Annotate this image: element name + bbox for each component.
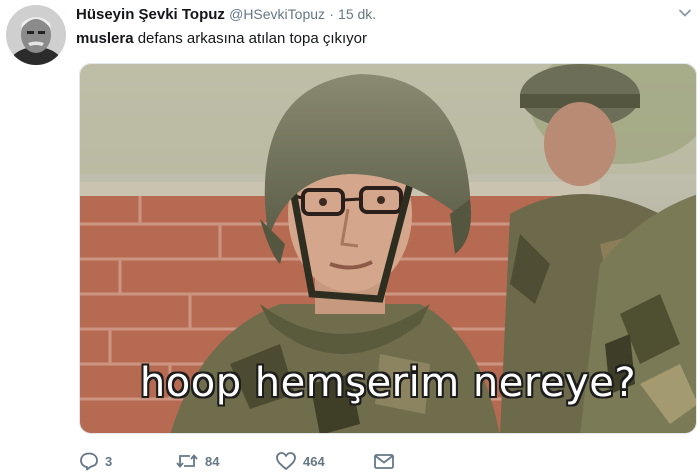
tweet-body: defans arkasına atılan topa çıkıyor (133, 30, 368, 47)
tweet-actions: 3 84 464 (79, 449, 479, 473)
media-subtitle: hoop hemşerim nereye? (139, 360, 637, 406)
like-button[interactable]: 464 (275, 449, 325, 473)
mention: muslera (76, 30, 134, 47)
heart-icon (275, 451, 297, 471)
reply-count: 3 (105, 453, 113, 469)
separator-dot: · (329, 6, 334, 22)
chevron-down-icon[interactable] (676, 4, 694, 22)
reply-icon (79, 451, 99, 471)
tweet-media[interactable]: hoop hemşerim nereye? (79, 63, 697, 434)
dm-button[interactable] (373, 449, 395, 473)
author-name[interactable]: Hüseyin Şevki Topuz (76, 6, 225, 23)
like-count: 464 (303, 453, 325, 469)
retweet-count: 84 (205, 453, 220, 469)
author-handle[interactable]: @HSevkiTopuz (229, 6, 325, 22)
retweet-icon (175, 451, 199, 471)
reply-button[interactable]: 3 (79, 449, 112, 473)
avatar[interactable] (6, 5, 66, 65)
tweet-text: muslera defans arkasına atılan topa çıkı… (76, 29, 367, 49)
avatar-image (6, 5, 66, 65)
envelope-icon (373, 451, 395, 471)
tweet-header: Hüseyin Şevki Topuz @HSevkiTopuz · 15 dk… (76, 4, 660, 26)
timestamp[interactable]: 15 dk. (338, 6, 376, 22)
retweet-button[interactable]: 84 (175, 449, 219, 473)
